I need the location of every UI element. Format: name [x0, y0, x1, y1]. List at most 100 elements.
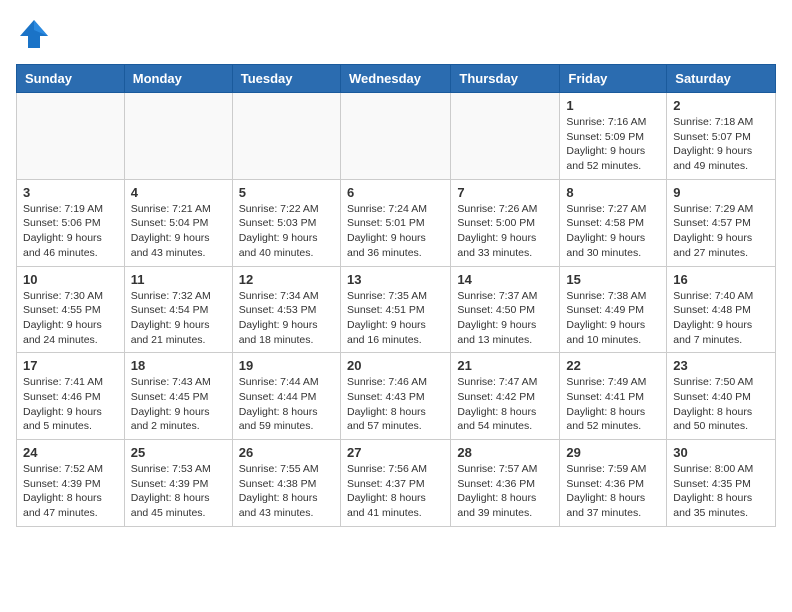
day-cell: 8 Sunrise: 7:27 AM Sunset: 4:58 PM Daylig… [560, 179, 667, 266]
day-number: 11 [131, 272, 226, 287]
day-number: 20 [347, 358, 444, 373]
day-cell [232, 93, 340, 180]
day-number: 5 [239, 185, 334, 200]
day-number: 15 [566, 272, 660, 287]
day-number: 3 [23, 185, 118, 200]
day-info: Sunrise: 7:47 AM Sunset: 4:42 PM Dayligh… [457, 375, 553, 434]
day-cell: 15 Sunrise: 7:38 AM Sunset: 4:49 PM Dayli… [560, 266, 667, 353]
day-cell: 7 Sunrise: 7:26 AM Sunset: 5:00 PM Daylig… [451, 179, 560, 266]
day-cell: 23 Sunrise: 7:50 AM Sunset: 4:40 PM Dayli… [667, 353, 776, 440]
day-number: 12 [239, 272, 334, 287]
day-cell: 10 Sunrise: 7:30 AM Sunset: 4:55 PM Dayli… [17, 266, 125, 353]
day-number: 9 [673, 185, 769, 200]
day-cell: 14Sunrise: 7:37 AM Sunset: 4:50 PM Dayli… [451, 266, 560, 353]
day-number: 7 [457, 185, 553, 200]
header [16, 16, 776, 52]
day-info: Sunrise: 7:18 AM Sunset: 5:07 PM Dayligh… [673, 115, 769, 174]
day-cell: 2 Sunrise: 7:18 AM Sunset: 5:07 PM Daylig… [667, 93, 776, 180]
day-number: 16 [673, 272, 769, 287]
day-info: Sunrise: 7:50 AM Sunset: 4:40 PM Dayligh… [673, 375, 769, 434]
day-cell: 9 Sunrise: 7:29 AM Sunset: 4:57 PM Daylig… [667, 179, 776, 266]
day-number: 23 [673, 358, 769, 373]
day-number: 14 [457, 272, 553, 287]
day-number: 30 [673, 445, 769, 460]
day-info: Sunrise: 7:43 AM Sunset: 4:45 PM Dayligh… [131, 375, 226, 434]
weekday-header-sunday: Sunday [17, 65, 125, 93]
day-info: Sunrise: 7:56 AM Sunset: 4:37 PM Dayligh… [347, 462, 444, 521]
day-number: 25 [131, 445, 226, 460]
day-info: Sunrise: 7:22 AM Sunset: 5:03 PM Dayligh… [239, 202, 334, 261]
day-info: Sunrise: 7:30 AM Sunset: 4:55 PM Dayligh… [23, 289, 118, 348]
day-cell [124, 93, 232, 180]
logo [16, 16, 56, 52]
day-cell: 18 Sunrise: 7:43 AM Sunset: 4:45 PM Dayli… [124, 353, 232, 440]
day-info: Sunrise: 7:57 AM Sunset: 4:36 PM Dayligh… [457, 462, 553, 521]
day-cell: 25 Sunrise: 7:53 AM Sunset: 4:39 PM Dayli… [124, 440, 232, 527]
day-cell: 22 Sunrise: 7:49 AM Sunset: 4:41 PM Dayli… [560, 353, 667, 440]
week-row-4: 17Sunrise: 7:41 AM Sunset: 4:46 PM Dayli… [17, 353, 776, 440]
day-info: Sunrise: 7:59 AM Sunset: 4:36 PM Dayligh… [566, 462, 660, 521]
day-number: 18 [131, 358, 226, 373]
day-cell: 11 Sunrise: 7:32 AM Sunset: 4:54 PM Dayli… [124, 266, 232, 353]
weekday-header-wednesday: Wednesday [340, 65, 450, 93]
weekday-header-monday: Monday [124, 65, 232, 93]
day-info: Sunrise: 7:21 AM Sunset: 5:04 PM Dayligh… [131, 202, 226, 261]
day-number: 6 [347, 185, 444, 200]
day-cell: 19Sunrise: 7:44 AM Sunset: 4:44 PM Dayli… [232, 353, 340, 440]
weekday-header-friday: Friday [560, 65, 667, 93]
day-cell: 5 Sunrise: 7:22 AM Sunset: 5:03 PM Daylig… [232, 179, 340, 266]
logo-icon [16, 16, 52, 52]
page-container: SundayMondayTuesdayWednesdayThursdayFrid… [0, 0, 792, 543]
weekday-header-tuesday: Tuesday [232, 65, 340, 93]
day-info: Sunrise: 7:29 AM Sunset: 4:57 PM Dayligh… [673, 202, 769, 261]
day-number: 27 [347, 445, 444, 460]
day-number: 8 [566, 185, 660, 200]
day-cell: 4 Sunrise: 7:21 AM Sunset: 5:04 PM Daylig… [124, 179, 232, 266]
day-cell [340, 93, 450, 180]
day-number: 24 [23, 445, 118, 460]
day-number: 4 [131, 185, 226, 200]
week-row-1: 1 Sunrise: 7:16 AM Sunset: 5:09 PM Daylig… [17, 93, 776, 180]
day-cell: 16 Sunrise: 7:40 AM Sunset: 4:48 PM Dayli… [667, 266, 776, 353]
day-cell: 3 Sunrise: 7:19 AM Sunset: 5:06 PM Daylig… [17, 179, 125, 266]
day-cell: 20Sunrise: 7:46 AM Sunset: 4:43 PM Dayli… [340, 353, 450, 440]
day-info: Sunrise: 7:53 AM Sunset: 4:39 PM Dayligh… [131, 462, 226, 521]
day-info: Sunrise: 7:16 AM Sunset: 5:09 PM Dayligh… [566, 115, 660, 174]
week-row-5: 24 Sunrise: 7:52 AM Sunset: 4:39 PM Dayli… [17, 440, 776, 527]
day-info: Sunrise: 7:19 AM Sunset: 5:06 PM Dayligh… [23, 202, 118, 261]
day-cell: 29 Sunrise: 7:59 AM Sunset: 4:36 PM Dayli… [560, 440, 667, 527]
weekday-header-saturday: Saturday [667, 65, 776, 93]
day-cell: 30Sunrise: 8:00 AM Sunset: 4:35 PM Dayli… [667, 440, 776, 527]
day-cell: 6 Sunrise: 7:24 AM Sunset: 5:01 PM Daylig… [340, 179, 450, 266]
day-cell: 21 Sunrise: 7:47 AM Sunset: 4:42 PM Dayli… [451, 353, 560, 440]
day-info: Sunrise: 7:27 AM Sunset: 4:58 PM Dayligh… [566, 202, 660, 261]
day-cell: 28Sunrise: 7:57 AM Sunset: 4:36 PM Dayli… [451, 440, 560, 527]
day-number: 21 [457, 358, 553, 373]
day-number: 2 [673, 98, 769, 113]
day-cell [17, 93, 125, 180]
day-info: Sunrise: 7:26 AM Sunset: 5:00 PM Dayligh… [457, 202, 553, 261]
day-info: Sunrise: 7:32 AM Sunset: 4:54 PM Dayligh… [131, 289, 226, 348]
week-row-3: 10 Sunrise: 7:30 AM Sunset: 4:55 PM Dayli… [17, 266, 776, 353]
day-info: Sunrise: 7:35 AM Sunset: 4:51 PM Dayligh… [347, 289, 444, 348]
day-info: Sunrise: 7:52 AM Sunset: 4:39 PM Dayligh… [23, 462, 118, 521]
week-row-2: 3 Sunrise: 7:19 AM Sunset: 5:06 PM Daylig… [17, 179, 776, 266]
day-number: 26 [239, 445, 334, 460]
day-cell: 13 Sunrise: 7:35 AM Sunset: 4:51 PM Dayli… [340, 266, 450, 353]
day-number: 10 [23, 272, 118, 287]
day-cell: 27 Sunrise: 7:56 AM Sunset: 4:37 PM Dayli… [340, 440, 450, 527]
day-number: 29 [566, 445, 660, 460]
day-number: 13 [347, 272, 444, 287]
day-cell [451, 93, 560, 180]
weekday-header-thursday: Thursday [451, 65, 560, 93]
day-number: 1 [566, 98, 660, 113]
calendar: SundayMondayTuesdayWednesdayThursdayFrid… [16, 64, 776, 527]
day-info: Sunrise: 7:40 AM Sunset: 4:48 PM Dayligh… [673, 289, 769, 348]
day-info: Sunrise: 7:49 AM Sunset: 4:41 PM Dayligh… [566, 375, 660, 434]
day-number: 19 [239, 358, 334, 373]
day-info: Sunrise: 7:24 AM Sunset: 5:01 PM Dayligh… [347, 202, 444, 261]
day-number: 22 [566, 358, 660, 373]
day-info: Sunrise: 7:41 AM Sunset: 4:46 PM Dayligh… [23, 375, 118, 434]
day-cell: 12Sunrise: 7:34 AM Sunset: 4:53 PM Dayli… [232, 266, 340, 353]
day-info: Sunrise: 7:38 AM Sunset: 4:49 PM Dayligh… [566, 289, 660, 348]
